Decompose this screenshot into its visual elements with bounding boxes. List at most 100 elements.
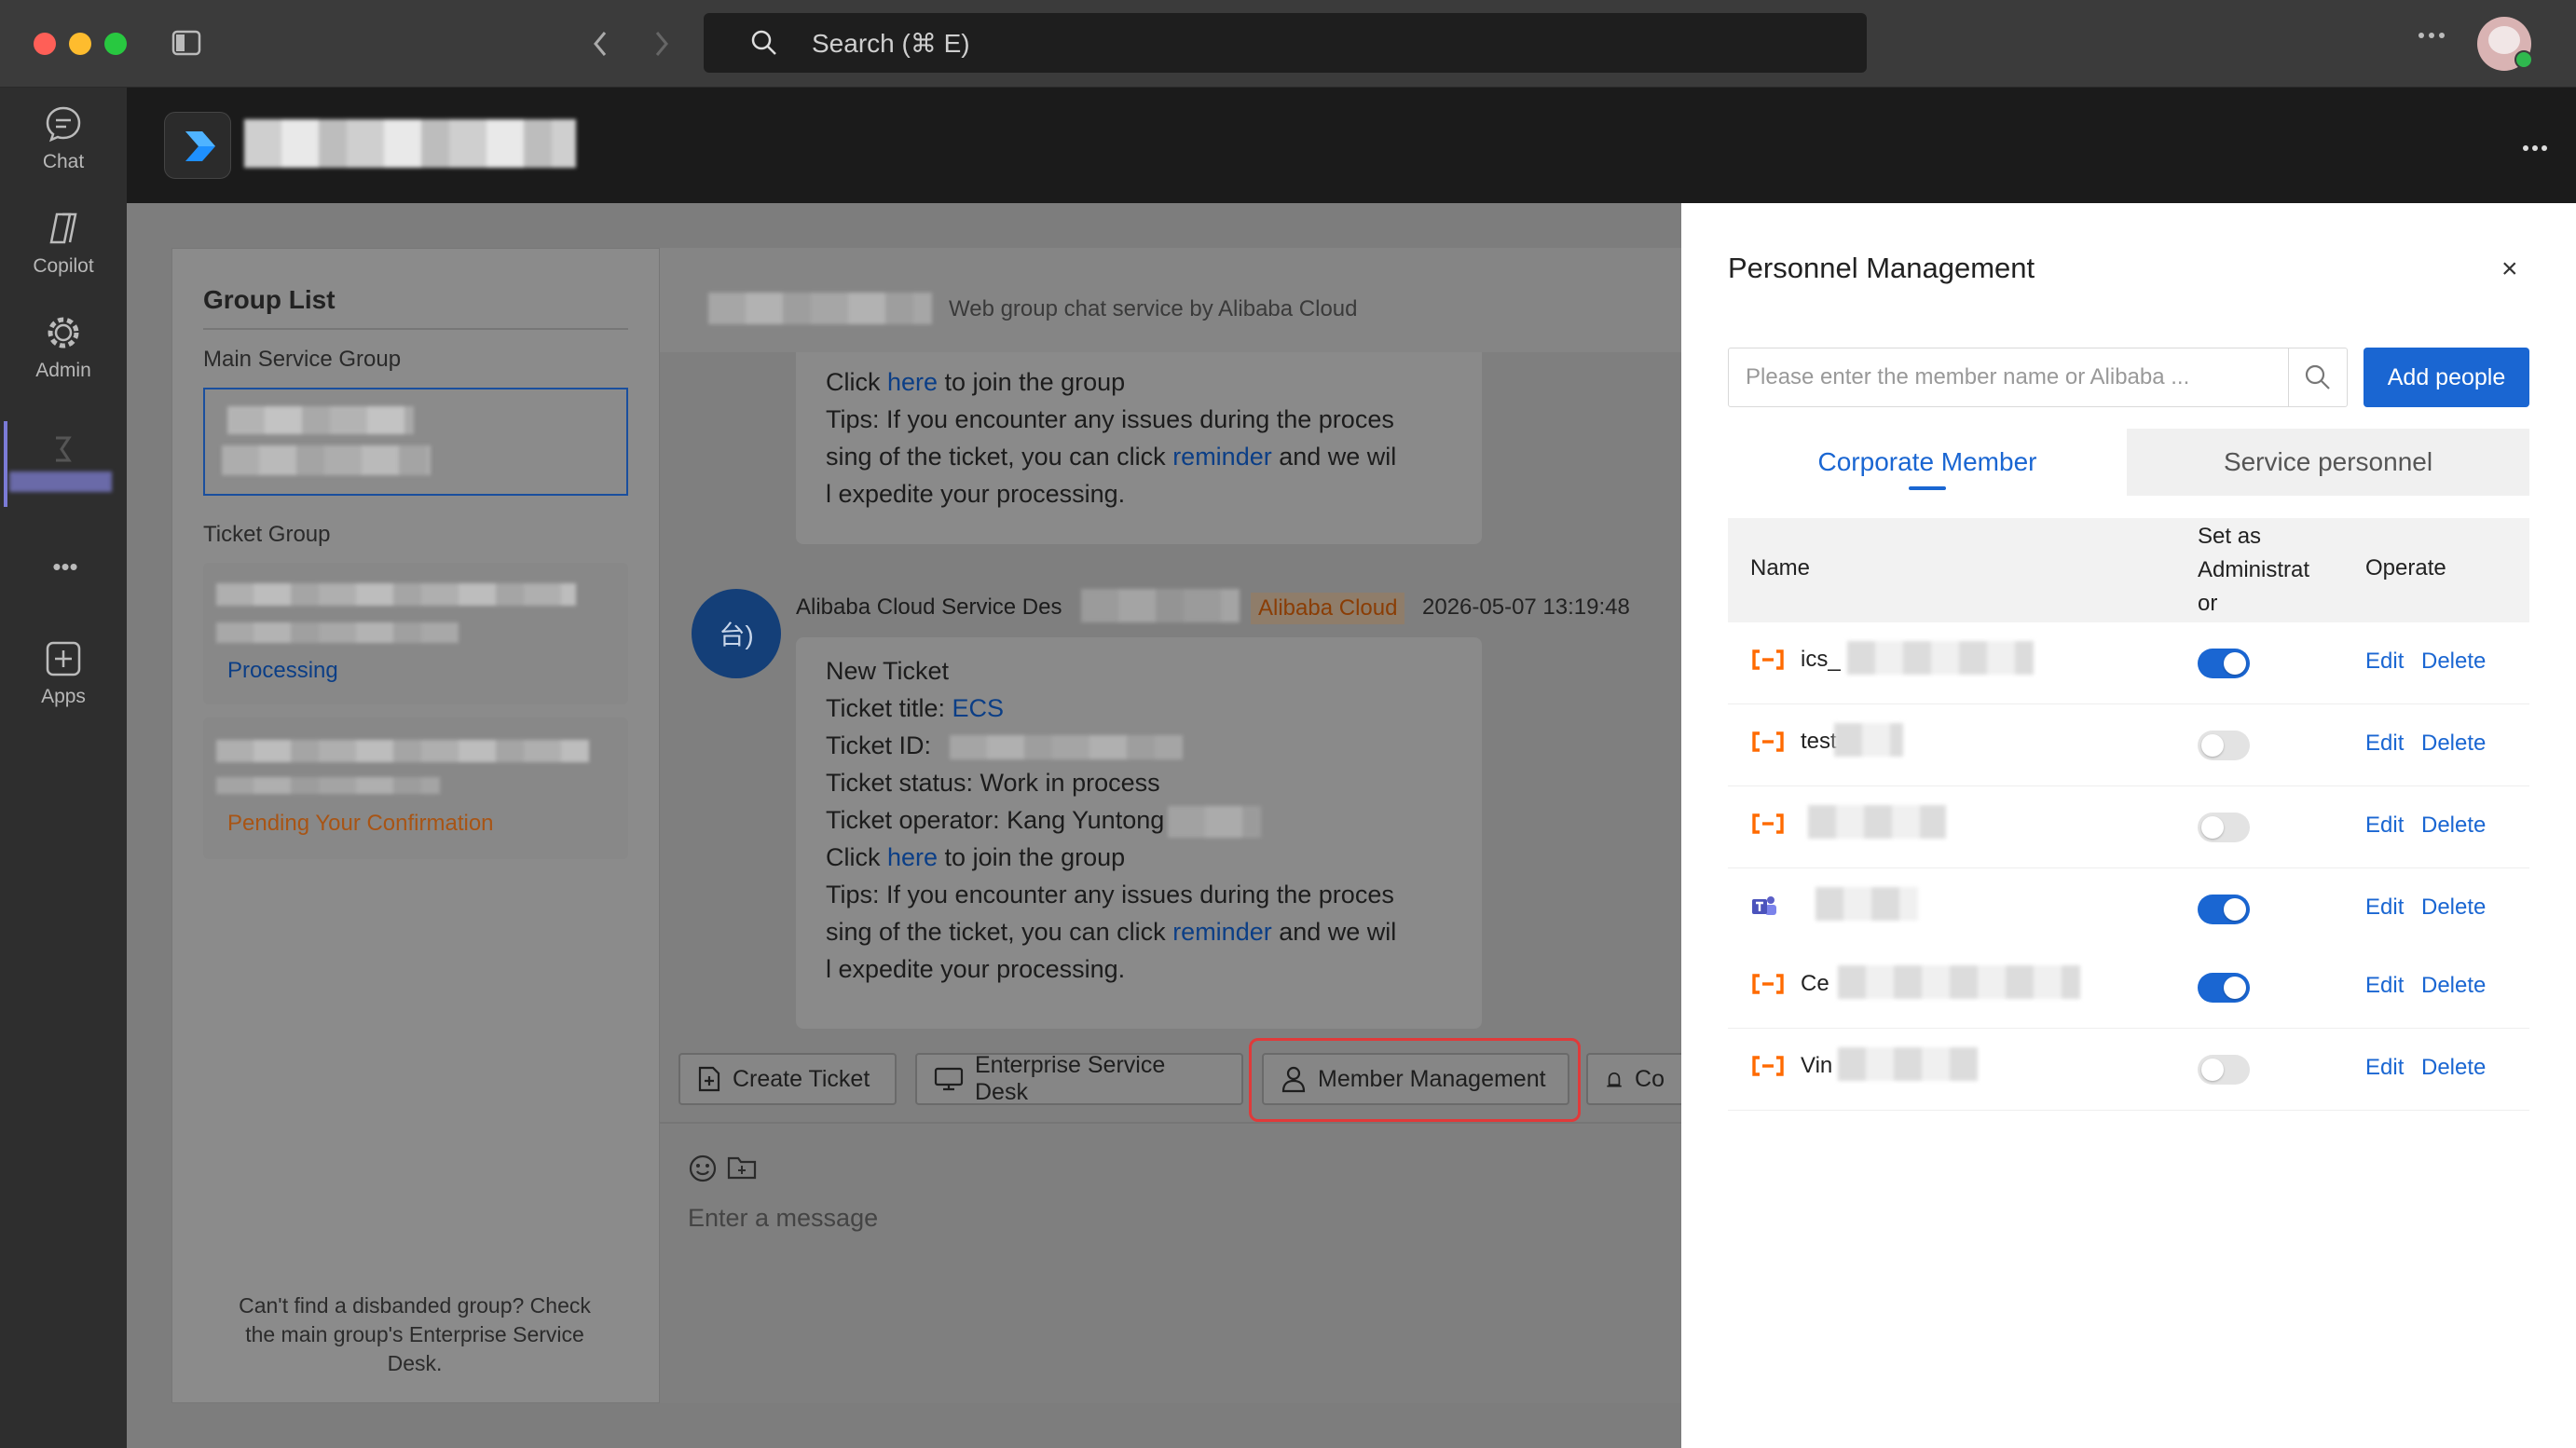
more-quick-action-button[interactable]: Co (1586, 1053, 1681, 1105)
join-group-link[interactable]: here (887, 368, 938, 396)
member-name-blurred (1808, 805, 1946, 839)
message-line: Click here to join the group (826, 368, 1126, 396)
member-name: Vin (1801, 1053, 1833, 1078)
tab-corporate-member[interactable]: Corporate Member (1728, 429, 2127, 496)
delete-member-link[interactable]: Delete (2421, 649, 2486, 675)
rail-more-icon[interactable]: ••• (47, 554, 84, 579)
alarm-icon (1607, 1072, 1622, 1087)
app-rail (0, 88, 127, 1448)
rail-item-apps[interactable]: Apps (0, 639, 127, 708)
zoom-window-button[interactable] (104, 33, 127, 55)
chat-message-bubble: New Ticket Ticket title: ECS Ticket ID: … (796, 637, 1482, 1029)
rail-item-chat[interactable]: Chat (0, 104, 127, 173)
message-line: sing of the ticket, you can click remind… (826, 443, 1397, 471)
alibaba-cloud-icon (1750, 1055, 1786, 1082)
delete-member-link[interactable]: Delete (2421, 973, 2486, 999)
delete-member-link[interactable]: Delete (2421, 1055, 2486, 1081)
edit-member-link[interactable]: Edit (2365, 649, 2404, 675)
search-icon (2305, 364, 2330, 389)
delete-member-link[interactable]: Delete (2421, 813, 2486, 839)
global-search-input[interactable]: Search (⌘ E) (704, 13, 1867, 73)
ticket-group-time-blurred (216, 622, 459, 643)
message-line: Tips: If you encounter any issues during… (826, 405, 1394, 433)
ticket-group-item[interactable]: Processing (203, 563, 628, 704)
rail-item-copilot[interactable]: Copilot (0, 209, 127, 278)
edit-member-link[interactable]: Edit (2365, 1055, 2404, 1081)
main-service-group-label: Main Service Group (203, 347, 402, 372)
member-name: Ce (1801, 971, 1829, 996)
teams-icon (1750, 895, 1778, 923)
admin-toggle[interactable] (2198, 973, 2250, 1003)
close-window-button[interactable] (34, 33, 56, 55)
admin-toggle[interactable] (2198, 895, 2250, 924)
ticket-status-pending: Pending Your Confirmation (227, 811, 494, 836)
member-name-blurred (1834, 723, 1903, 757)
edit-member-link[interactable]: Edit (2365, 895, 2404, 921)
forward-arrow-icon[interactable] (652, 30, 671, 62)
back-arrow-icon[interactable] (591, 30, 610, 62)
chat-title-blurred (708, 293, 932, 324)
monitor-icon (934, 1067, 964, 1091)
create-ticket-button[interactable]: Create Ticket (678, 1053, 897, 1105)
message-line: l expedite your processing. (826, 955, 1126, 983)
chat-message-bubble: Click here to join the group Tips: If yo… (796, 352, 1482, 544)
message-input[interactable]: Enter a message (688, 1204, 878, 1233)
member-search-input[interactable]: Please enter the member name or Alibaba … (1728, 348, 2289, 407)
ticket-group-label: Ticket Group (203, 522, 331, 547)
ticket-group-item[interactable]: Pending Your Confirmation (203, 717, 628, 859)
message-line: Ticket ID: (826, 727, 1452, 764)
edit-member-link[interactable]: Edit (2365, 973, 2404, 999)
reminder-link[interactable]: reminder (1172, 443, 1272, 471)
admin-toggle[interactable] (2198, 731, 2250, 760)
edit-member-link[interactable]: Edit (2365, 813, 2404, 839)
rail-item-admin[interactable]: Admin (0, 313, 127, 382)
delete-member-link[interactable]: Delete (2421, 895, 2486, 921)
ticket-id-blurred (950, 734, 1184, 759)
edit-member-link[interactable]: Edit (2365, 731, 2404, 757)
copilot-icon (49, 212, 77, 244)
message-line: Click here to join the group (826, 843, 1126, 871)
member-name-blurred (1838, 965, 2080, 999)
rail-label-chat: Chat (42, 151, 85, 172)
alibaba-cloud-icon (1750, 649, 1786, 676)
main-service-group-item[interactable] (203, 388, 628, 496)
admin-toggle[interactable] (2198, 1055, 2250, 1085)
table-row: test Edit Delete (1728, 704, 2529, 786)
reminder-link[interactable]: reminder (1172, 918, 1272, 946)
ticket-title-link[interactable]: ECS (952, 694, 1005, 722)
sidebar-toggle-icon[interactable] (171, 30, 201, 61)
org-tag: Alibaba Cloud (1251, 593, 1405, 624)
app-more-icon[interactable] (2522, 140, 2548, 157)
custom-app-icon[interactable] (41, 434, 86, 472)
member-search-button[interactable] (2288, 348, 2348, 407)
message-line: Ticket status: Work in process (826, 769, 1160, 797)
delete-member-link[interactable]: Delete (2421, 731, 2486, 757)
member-management-button[interactable]: Member Management (1262, 1053, 1569, 1105)
minimize-window-button[interactable] (69, 33, 91, 55)
member-name-blurred (1847, 641, 2034, 675)
emoji-icon[interactable] (688, 1154, 718, 1188)
more-options-icon[interactable] (2418, 28, 2446, 45)
member-name: test (1801, 729, 1837, 754)
table-row: Edit Delete (1728, 786, 2529, 868)
close-icon[interactable]: × (2501, 253, 2518, 285)
sender-name-blurred (1081, 589, 1240, 622)
ticket-status-processing: Processing (227, 658, 338, 683)
online-status-badge (2514, 50, 2533, 69)
tab-service-personnel[interactable]: Service personnel (2127, 429, 2529, 496)
admin-toggle[interactable] (2198, 649, 2250, 678)
enterprise-service-desk-button[interactable]: Enterprise Service Desk (915, 1052, 1243, 1105)
search-icon (750, 29, 778, 57)
sender-name: Alibaba Cloud Service Des (796, 594, 1062, 620)
chat-icon (46, 106, 81, 143)
toggle-knob (2201, 816, 2224, 839)
message-line: l expedite your processing. (826, 480, 1126, 508)
join-group-link[interactable]: here (887, 843, 938, 871)
table-row: ics_ Edit Delete (1728, 622, 2529, 704)
message-line: Ticket title: ECS (826, 694, 1005, 722)
app-logo-icon (185, 131, 215, 161)
admin-toggle[interactable] (2198, 813, 2250, 842)
group-name-blurred (227, 406, 414, 434)
add-people-button[interactable]: Add people (2364, 348, 2529, 407)
attach-folder-icon[interactable] (727, 1154, 757, 1186)
